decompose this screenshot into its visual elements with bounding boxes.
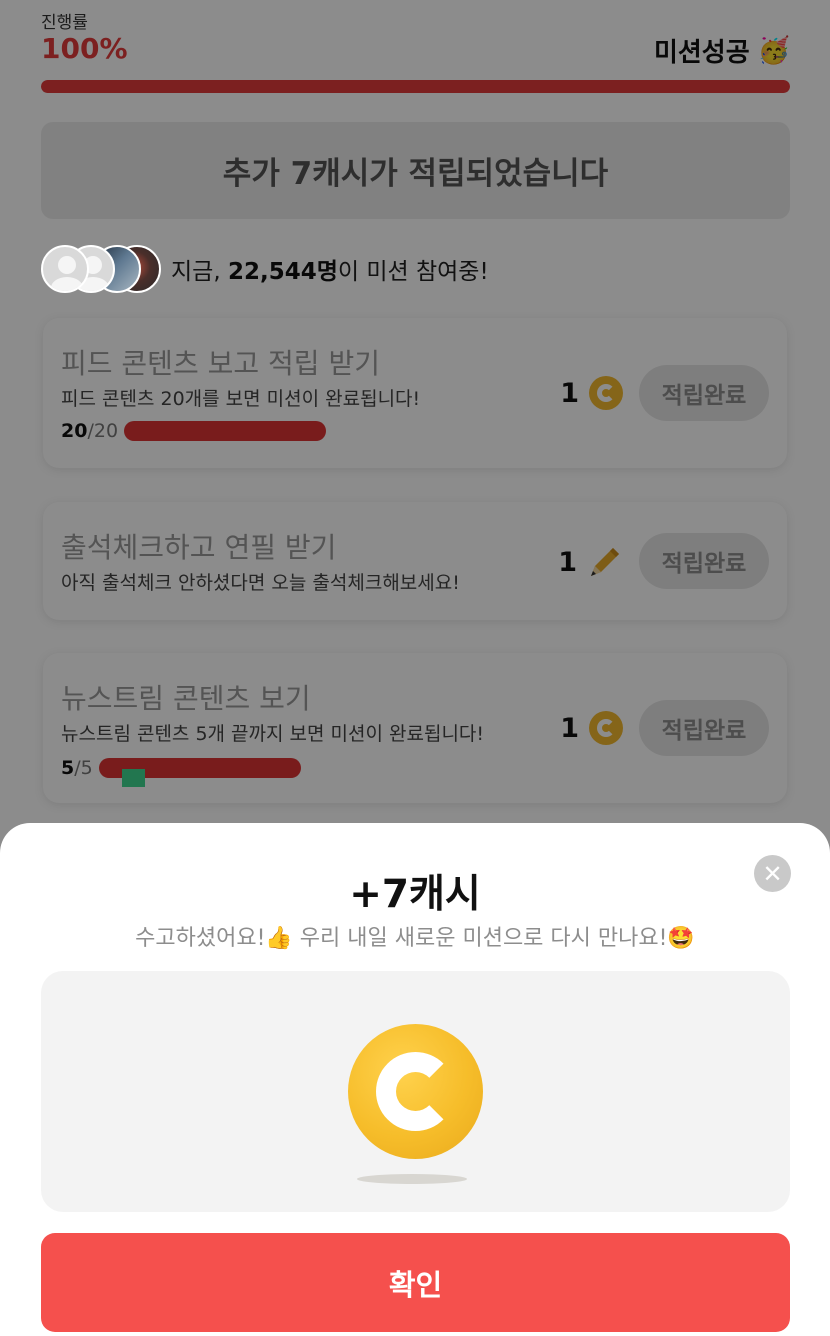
coin-letter-c	[376, 1052, 455, 1131]
avatar-stack	[41, 245, 161, 293]
avatar	[41, 245, 89, 293]
close-button[interactable]: ✕	[754, 855, 791, 892]
sheet-subtitle: 수고하셨어요!👍 우리 내일 새로운 미션으로 다시 만나요!🤩	[135, 926, 695, 951]
sheet-title: +7캐시	[349, 872, 481, 917]
reward-bottom-sheet: +7캐시 ✕ 수고하셨어요!👍 우리 내일 새로운 미션으로 다시 만나요!🤩 …	[0, 823, 830, 1336]
confirm-button[interactable]: 확인	[41, 1233, 790, 1332]
coin-panel	[41, 971, 790, 1212]
cash-coin-icon	[348, 1024, 483, 1159]
coin-shadow	[357, 1174, 467, 1184]
close-icon: ✕	[762, 859, 783, 888]
